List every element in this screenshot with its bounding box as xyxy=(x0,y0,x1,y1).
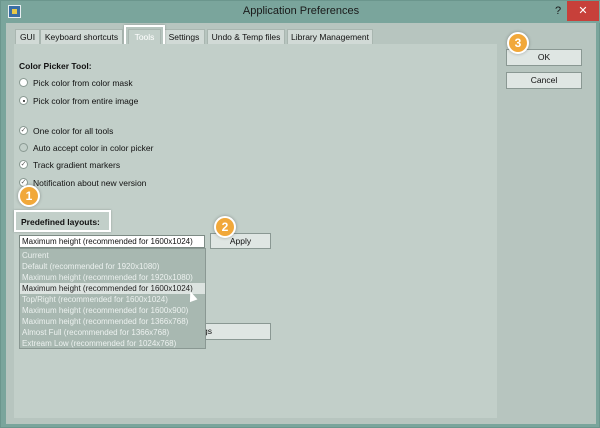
checkbox-track-gradient-label: Track gradient markers xyxy=(33,160,121,170)
step-badge-3: 3 xyxy=(507,32,529,54)
dropdown-option-default-1920[interactable]: Default (recommended for 1920x1080) xyxy=(20,261,205,272)
dropdown-option-max-1920[interactable]: Maximum height (recommended for 1920x108… xyxy=(20,272,205,283)
help-button[interactable]: ? xyxy=(550,3,566,19)
radio-color-mask[interactable] xyxy=(19,78,28,87)
color-picker-title: Color Picker Tool: xyxy=(19,61,92,71)
close-button[interactable]: ✕ xyxy=(567,1,599,21)
cancel-button[interactable]: Cancel xyxy=(506,72,582,89)
dropdown-option-max-1366[interactable]: Maximum height (recommended for 1366x768… xyxy=(20,316,205,327)
step-badge-2: 2 xyxy=(214,216,236,238)
tab-library-management[interactable]: Library Management xyxy=(287,29,373,45)
radio-color-mask-label: Pick color from color mask xyxy=(33,78,133,88)
dialog-body: GUI Keyboard shortcuts Tools Settings Un… xyxy=(6,23,596,424)
title-bar[interactable]: Application Preferences ? ✕ xyxy=(1,1,600,23)
dropdown-option-topright-1600[interactable]: Top/Right (recommended for 1600x1024) xyxy=(20,294,205,305)
checkbox-notification-label: Notification about new version xyxy=(33,178,147,188)
obscured-button[interactable]: gs xyxy=(202,323,271,340)
dropdown-option-max-1600x900[interactable]: Maximum height (recommended for 1600x900… xyxy=(20,305,205,316)
layouts-dropdown-list: Current Default (recommended for 1920x10… xyxy=(19,248,206,349)
layouts-select[interactable]: Maximum height (recommended for 1600x102… xyxy=(19,235,205,248)
tab-undo-temp-files[interactable]: Undo & Temp files xyxy=(207,29,285,45)
radio-entire-image[interactable] xyxy=(19,96,28,105)
checkbox-one-color-label: One color for all tools xyxy=(33,126,114,136)
dropdown-option-current[interactable]: Current xyxy=(20,250,205,261)
tab-gui[interactable]: GUI xyxy=(15,29,40,45)
tab-settings[interactable]: Settings xyxy=(163,29,205,45)
tab-keyboard-shortcuts[interactable]: Keyboard shortcuts xyxy=(40,29,123,45)
dropdown-option-extream-low[interactable]: Extream Low (recommended for 1024x768) xyxy=(20,338,205,349)
checkbox-one-color[interactable]: ✓ xyxy=(19,126,28,135)
dropdown-option-max-1600x1024[interactable]: Maximum height (recommended for 1600x102… xyxy=(20,283,205,294)
window-title: Application Preferences xyxy=(242,5,360,17)
radio-entire-image-label: Pick color from entire image xyxy=(33,96,139,106)
checkbox-track-gradient[interactable]: ✓ xyxy=(19,160,28,169)
predefined-layouts-highlight xyxy=(14,210,111,232)
dropdown-option-almost-full[interactable]: Almost Full (recommended for 1366x768) xyxy=(20,327,205,338)
preferences-window: Application Preferences ? ✕ GUI Keyboard… xyxy=(0,0,600,428)
step-badge-1: 1 xyxy=(18,185,40,207)
checkbox-auto-accept[interactable] xyxy=(19,143,28,152)
checkbox-auto-accept-label: Auto accept color in color picker xyxy=(33,143,154,153)
